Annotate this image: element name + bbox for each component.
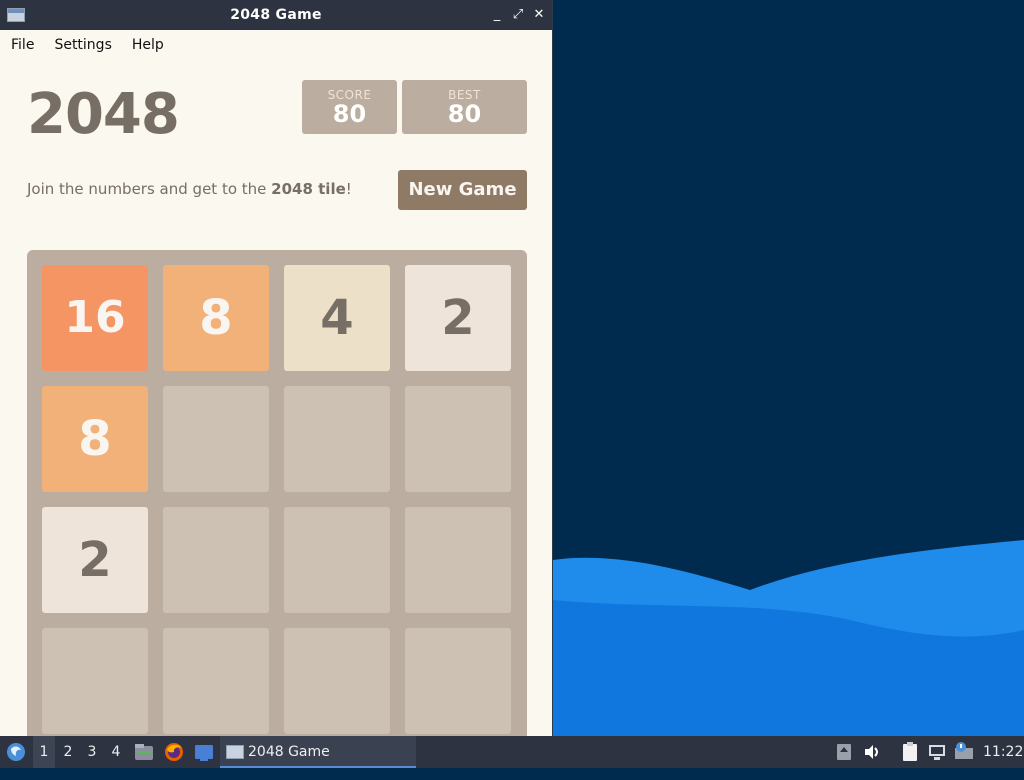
volume-icon[interactable] (862, 736, 882, 768)
close-icon[interactable]: ✕ (530, 6, 548, 24)
menubar: File Settings Help (0, 30, 552, 60)
empty-cell (284, 507, 390, 613)
tile-8: 8 (163, 265, 269, 371)
tile-8: 8 (42, 386, 148, 492)
clock: 11:22 (983, 744, 1024, 760)
desktop-icon[interactable] (193, 736, 215, 768)
tile-4: 4 (284, 265, 390, 371)
empty-cell (42, 628, 148, 734)
empty-cell (163, 507, 269, 613)
menu-help[interactable]: Help (132, 37, 164, 53)
score-box: SCORE 80 (302, 80, 397, 134)
workspace-1[interactable]: 1 (33, 736, 55, 768)
empty-cell (405, 628, 511, 734)
best-value: 80 (447, 100, 482, 128)
update-icon[interactable] (835, 736, 853, 768)
notification-icon[interactable] (953, 736, 975, 768)
task-window-title: 2048 Game (248, 744, 330, 760)
tile-16: 16 (42, 265, 148, 371)
game-title: 2048 (27, 82, 180, 147)
game-board: 16 8 4 2 8 2 (27, 250, 527, 736)
start-menu-icon[interactable] (4, 736, 28, 768)
network-icon[interactable] (927, 736, 947, 768)
firefox-icon[interactable] (163, 736, 185, 768)
empty-cell (163, 628, 269, 734)
minimize-icon[interactable]: _ (488, 6, 506, 24)
workspace-2[interactable]: 2 (57, 736, 79, 768)
window-titlebar[interactable]: 2048 Game _ ⤢ ✕ (0, 0, 552, 30)
intro-bold: 2048 tile (271, 180, 346, 198)
best-box: BEST 80 (402, 80, 527, 134)
empty-cell (163, 386, 269, 492)
tile-2: 2 (42, 507, 148, 613)
maximize-icon[interactable]: ⤢ (509, 6, 527, 24)
score-value: 80 (332, 100, 367, 128)
workspace-3[interactable]: 3 (81, 736, 103, 768)
file-manager-icon[interactable] (133, 736, 155, 768)
empty-cell (284, 628, 390, 734)
empty-cell (405, 507, 511, 613)
clipboard-icon[interactable] (900, 736, 920, 768)
workspace-4[interactable]: 4 (105, 736, 127, 768)
new-game-button[interactable]: New Game (398, 170, 527, 210)
window-title: 2048 Game (230, 7, 322, 23)
empty-cell (284, 386, 390, 492)
game-window: 2048 Game _ ⤢ ✕ File Settings Help 2048 … (0, 0, 553, 736)
menu-file[interactable]: File (11, 37, 34, 53)
empty-cell (405, 386, 511, 492)
taskbar: 1 2 3 4 2048 Game 11:22 (0, 736, 1024, 768)
menu-settings[interactable]: Settings (54, 37, 111, 53)
taskbar-window-2048[interactable]: 2048 Game (220, 736, 416, 768)
task-window-icon (226, 745, 244, 759)
intro-text: Join the numbers and get to the 2048 til… (27, 180, 352, 198)
tile-2: 2 (405, 265, 511, 371)
